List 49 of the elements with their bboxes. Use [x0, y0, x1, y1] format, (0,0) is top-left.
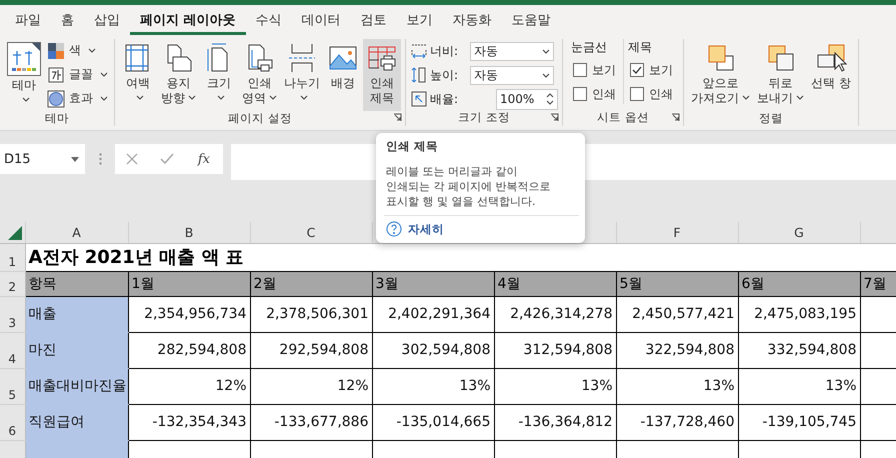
header-cell: 7월 [860, 271, 896, 296]
row-label-cell: 매출 [25, 296, 128, 332]
table-cell: 13% [494, 368, 616, 404]
sheet-title: A전자 2021년 매출 액 표 [28, 247, 244, 268]
header-cell: 3월 [372, 271, 494, 296]
table-cell: 2,378,506,301 [250, 296, 372, 332]
table-cell: -137,728,460 [616, 404, 738, 440]
group-label: 정렬 [758, 111, 783, 126]
group-label: 페이지 설정 [228, 111, 292, 126]
table-cell: 322,594,808 [616, 332, 738, 368]
tooltip-text: 레이블 또는 머리글과 같이 인쇄되는 각 페이지에 반복적으로 표시할 행 및 열을 선택합니다. [386, 164, 552, 209]
table-cell: 2,426,314,278 [494, 296, 616, 332]
header-cell: 4월 [494, 271, 616, 296]
table-cell: -135,014,665 [372, 404, 494, 440]
header-cell: 6월 [738, 271, 860, 296]
group-label: 시트 옵션 [597, 110, 649, 126]
table-cell: 302,594,808 [372, 332, 494, 368]
table-cell: 2,450,577,421 [616, 296, 738, 332]
tooltip-title: 인쇄 제목 [386, 139, 440, 154]
row-label-cell: 매출대비마진율 [25, 368, 128, 404]
table-cell: -133,677,886 [250, 404, 372, 440]
row-label-cell: 직원급여 [25, 404, 128, 440]
table-cell: 282,594,808 [128, 332, 250, 368]
table-cell: 12% [250, 368, 372, 404]
table-cell: 13% [616, 368, 738, 404]
option-heading: 제목 [628, 39, 653, 56]
table-cell: 2,475,083,195 [738, 296, 860, 332]
field-label: 높이: [430, 66, 460, 84]
table-cell: 2,402,291,364 [372, 296, 494, 332]
header-cell: 5월 [616, 271, 738, 296]
row-label-cell: 마진 [25, 332, 128, 368]
table-cell: 312,594,808 [494, 332, 616, 368]
option-heading: 눈금선 [571, 39, 608, 56]
header-cell: 2월 [250, 271, 372, 296]
table-cell: 13% [738, 368, 860, 404]
table-cell: -139,105,745 [738, 404, 860, 440]
table-cell: 2,354,956,734 [128, 296, 250, 332]
table-cell: -136,364,812 [494, 404, 616, 440]
header-cell: 1월 [128, 271, 250, 296]
table-cell: -132,354,343 [128, 404, 250, 440]
table-cell: 12% [128, 368, 250, 404]
field-label: 너비: [430, 42, 460, 60]
group-label: 크기 조정 [458, 110, 510, 126]
table-cell: 332,594,808 [738, 332, 860, 368]
group-label: 테마 [45, 111, 69, 126]
table-cell: 292,594,808 [250, 332, 372, 368]
table-cell: 13% [372, 368, 494, 404]
field-label: 배율: [430, 90, 460, 108]
header-cell: 항목 [25, 271, 128, 296]
